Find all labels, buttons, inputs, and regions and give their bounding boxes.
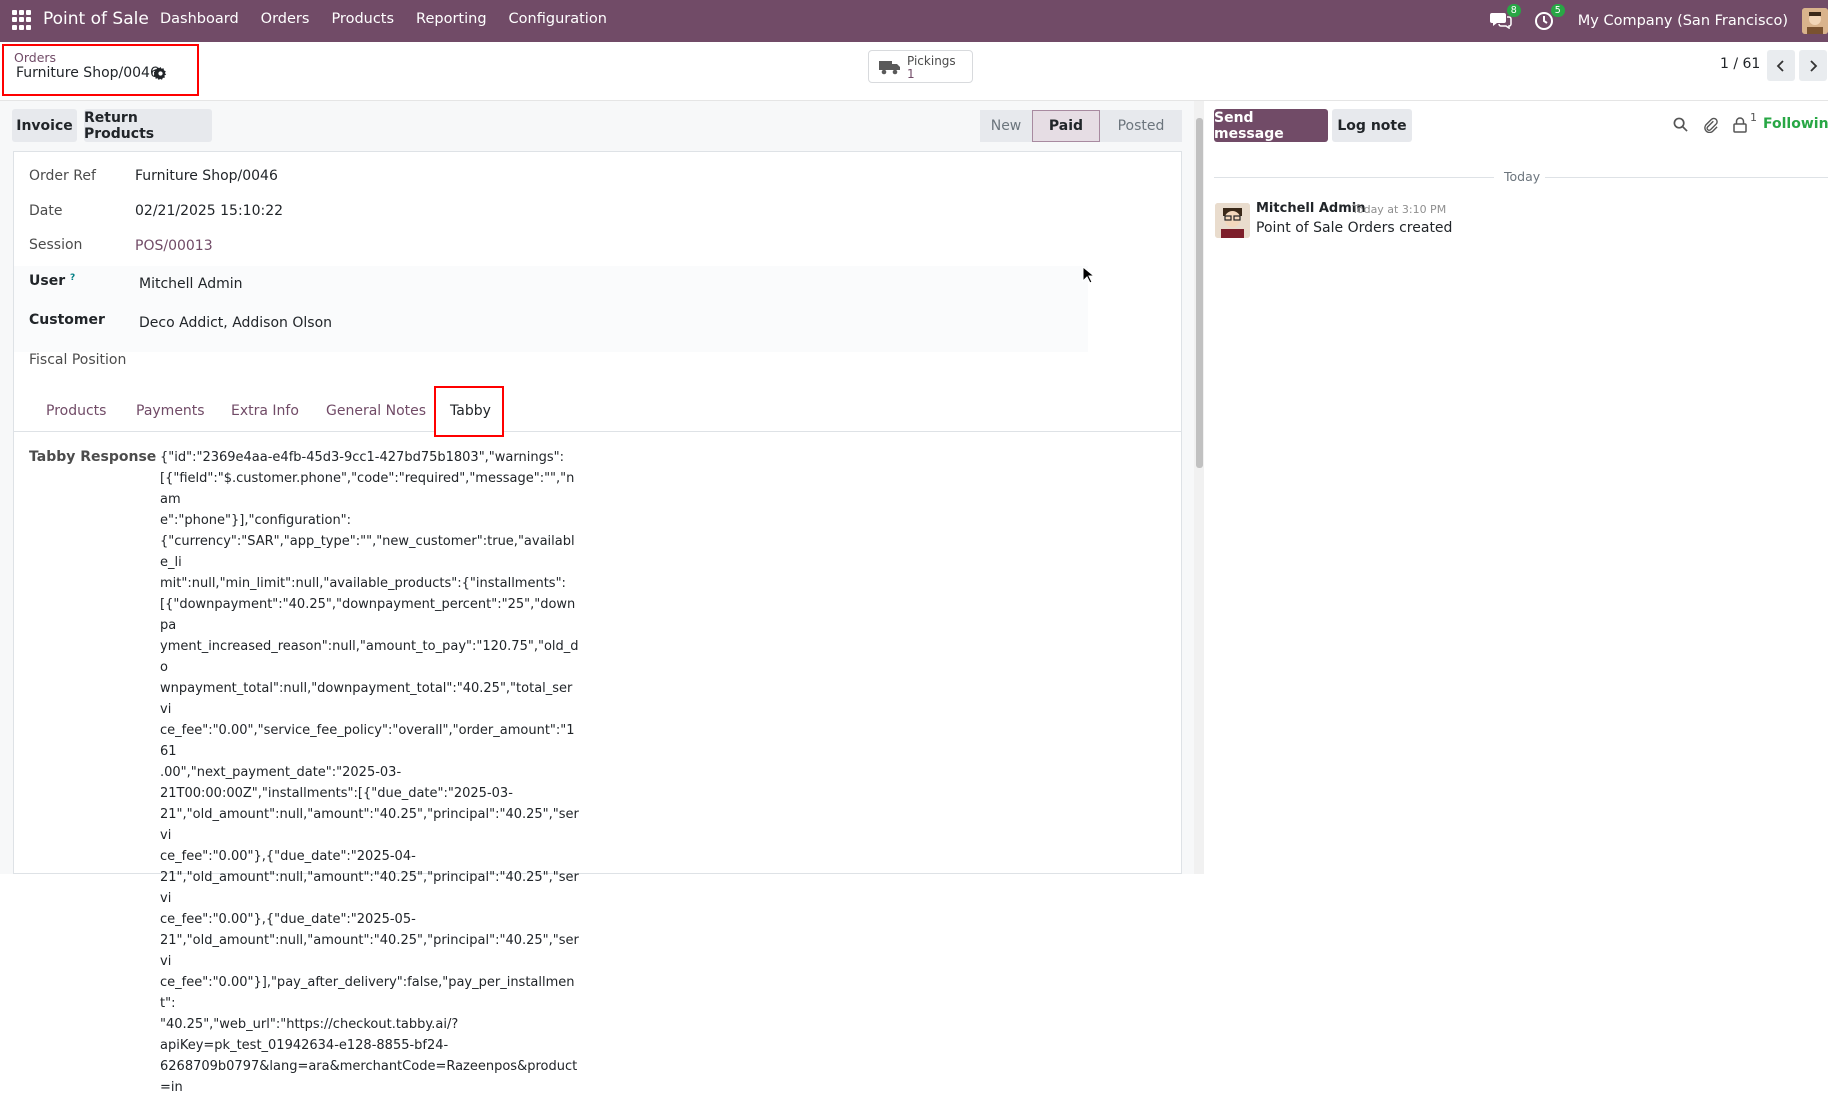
user-field[interactable]: Mitchell Admin	[139, 276, 243, 292]
date-separator: Today	[1504, 169, 1541, 184]
customer-label: Customer	[29, 312, 105, 328]
pickings-smart-button[interactable]: Pickings 1	[868, 50, 973, 83]
menu-item-products[interactable]: Products	[331, 11, 394, 27]
menu-item-orders[interactable]: Orders	[261, 11, 310, 27]
menu-item-dashboard[interactable]: Dashboard	[160, 11, 239, 27]
tabby-response-value: {"id":"2369e4aa-e4fb-45d3-9cc1-427bd75b1…	[160, 450, 579, 1095]
messages-badge: 8	[1506, 4, 1521, 17]
user-help-tooltip[interactable]: ?	[70, 273, 75, 283]
menu-item-reporting[interactable]: Reporting	[416, 11, 487, 27]
return-products-button[interactable]: Return Products	[84, 109, 212, 142]
pager-value[interactable]: 1 / 61	[1720, 56, 1760, 72]
activity-badge: 5	[1550, 4, 1565, 17]
systray: 8 5 My Company (San Francisco)	[1489, 0, 1828, 42]
date-separator-line-left	[1214, 177, 1494, 178]
app-grid-icon[interactable]	[12, 10, 32, 30]
chevron-left-icon	[1776, 59, 1784, 72]
invoice-button[interactable]: Invoice	[12, 109, 77, 142]
status-posted[interactable]: Posted	[1100, 110, 1182, 142]
tab-products[interactable]: Products	[46, 403, 106, 419]
breadcrumb-orders[interactable]: Orders	[14, 50, 56, 65]
top-navbar: Point of Sale Dashboard Orders Products …	[0, 0, 1828, 42]
tab-payments[interactable]: Payments	[136, 403, 205, 419]
tabby-response-label: Tabby Response	[29, 449, 157, 465]
followers-lock-icon[interactable]	[1733, 117, 1749, 133]
message-author-avatar[interactable]	[1215, 203, 1250, 238]
date-value: 02/21/2025 15:10:22	[135, 203, 284, 219]
followers-count: 1	[1750, 111, 1757, 124]
chatter-panel	[1204, 101, 1828, 874]
date-separator-line-right	[1545, 177, 1828, 178]
messages-icon[interactable]: 8	[1489, 4, 1521, 31]
message-author[interactable]: Mitchell Admin	[1256, 201, 1365, 216]
chevron-right-icon	[1810, 59, 1818, 72]
main-menu: Dashboard Orders Products Reporting Conf…	[160, 11, 629, 27]
tab-tabby[interactable]: Tabby	[450, 403, 491, 419]
breadcrumb-current: Furniture Shop/0046	[16, 65, 159, 81]
status-new[interactable]: New	[980, 110, 1032, 142]
user-avatar[interactable]	[1802, 8, 1828, 34]
tab-general-notes[interactable]: General Notes	[326, 403, 426, 419]
company-switcher[interactable]: My Company (San Francisco)	[1578, 13, 1788, 29]
pager-next-button[interactable]	[1799, 50, 1827, 81]
form-scrollbar-thumb[interactable]	[1196, 118, 1203, 468]
session-label: Session	[29, 237, 83, 253]
menu-item-configuration[interactable]: Configuration	[509, 11, 607, 27]
date-label: Date	[29, 203, 63, 219]
truck-icon	[879, 59, 901, 75]
paperclip-icon[interactable]	[1703, 117, 1719, 134]
user-label: User ?	[29, 273, 76, 289]
activity-clock-icon[interactable]: 5	[1534, 4, 1565, 31]
pickings-count: 1	[907, 67, 915, 81]
log-note-button[interactable]: Log note	[1332, 109, 1412, 142]
status-paid[interactable]: Paid	[1032, 110, 1100, 142]
search-icon[interactable]	[1673, 117, 1689, 133]
order-ref-value: Furniture Shop/0046	[135, 168, 278, 184]
session-link[interactable]: POS/00013	[135, 238, 213, 254]
notebook-tabs: Products Payments Extra Info General Not…	[14, 391, 1181, 432]
message-date: Today at 3:10 PM	[1352, 203, 1447, 216]
mouse-cursor-icon	[1082, 265, 1096, 284]
gear-icon[interactable]	[153, 67, 167, 80]
pager-previous-button[interactable]	[1767, 50, 1795, 81]
pickings-label: Pickings	[907, 54, 956, 68]
tab-extra-info[interactable]: Extra Info	[231, 403, 299, 419]
following-button[interactable]: Following	[1763, 116, 1828, 132]
status-bar: New Paid Posted	[980, 110, 1182, 142]
app-name[interactable]: Point of Sale	[43, 9, 149, 29]
message-body: Point of Sale Orders created	[1256, 220, 1453, 236]
order-ref-label: Order Ref	[29, 168, 96, 184]
fiscal-position-label: Fiscal Position	[29, 352, 127, 368]
send-message-button[interactable]: Send message	[1214, 109, 1328, 142]
customer-field[interactable]: Deco Addict, Addison Olson	[139, 315, 332, 331]
